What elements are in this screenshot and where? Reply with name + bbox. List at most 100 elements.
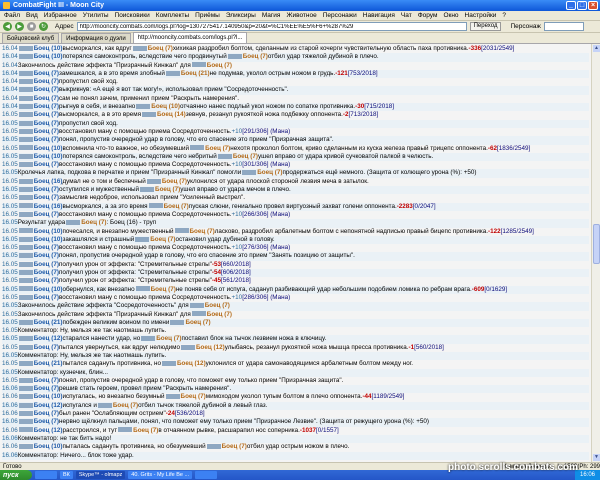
fighter-name[interactable]: Боец (10) — [34, 53, 63, 60]
fighter-name[interactable]: Боец (7) — [34, 86, 59, 93]
fighter-name[interactable]: Боец (12) — [34, 427, 63, 434]
start-button[interactable]: пуск — [0, 470, 32, 480]
menu-item[interactable]: Избранное — [44, 12, 77, 19]
close-button[interactable]: × — [588, 1, 598, 10]
vertical-scrollbar[interactable]: ▲ ▼ — [591, 44, 600, 462]
fighter-name[interactable]: Боец (10) — [34, 145, 63, 152]
fighter-name[interactable]: Боец (7) — [233, 153, 258, 160]
scroll-down-icon[interactable]: ▼ — [593, 454, 600, 461]
fighter-name[interactable]: Боец (10) — [34, 286, 63, 293]
fighter-name[interactable]: Боец (21) — [34, 319, 63, 326]
fighter-name[interactable]: Боец (7) — [34, 194, 59, 201]
fighter-name[interactable]: Боец (7) — [34, 161, 59, 168]
fighter-name[interactable]: Боец (7) — [164, 203, 189, 210]
fighter-name[interactable]: Боец (7) — [81, 219, 106, 226]
fighter-name[interactable]: Боец (7) — [133, 427, 158, 434]
menu-item[interactable]: Комплекты — [156, 12, 189, 19]
fighter-name[interactable]: Боец (7) — [34, 136, 59, 143]
fighter-name[interactable]: Боец (7) — [34, 211, 59, 218]
menu-item[interactable]: ? — [502, 12, 506, 19]
menu-item[interactable]: Окно — [443, 12, 458, 19]
fighter-name[interactable]: Боец (12) — [196, 344, 225, 351]
fighter-name[interactable]: Боец (7) — [113, 402, 138, 409]
taskbar-item[interactable]: ВК — [60, 471, 73, 479]
menu-item[interactable]: Магия — [262, 12, 281, 19]
fighter-name[interactable]: Боец (7) — [34, 186, 59, 193]
tab-item[interactable]: Бойцовский клуб — [2, 33, 60, 43]
persona-select[interactable] — [543, 22, 584, 31]
menu-item[interactable]: Персонажи — [323, 12, 357, 19]
menu-item[interactable]: Форум — [418, 12, 438, 19]
fighter-name[interactable]: Боец (7) — [34, 128, 59, 135]
fighter-name[interactable]: Боец (7) — [243, 53, 268, 60]
fighter-name[interactable]: Боец (16) — [34, 203, 63, 210]
menu-item[interactable]: Чат — [401, 12, 412, 19]
fighter-name[interactable]: Боец (7) — [222, 443, 247, 450]
fighter-name[interactable]: Боец (7) — [155, 186, 180, 193]
fighter-name[interactable]: Боец (7) — [151, 286, 176, 293]
address-input[interactable] — [76, 22, 467, 31]
fighter-name[interactable]: Боец (7) — [34, 252, 59, 259]
fighter-name[interactable]: Боец (7) — [185, 319, 210, 326]
fighter-name[interactable]: Боец (7) — [148, 45, 173, 52]
tab-item[interactable]: http://mooncity.combats.com/logs.pl?l... — [132, 32, 248, 43]
fighter-name[interactable]: Боец (7) — [34, 244, 59, 251]
fighter-name[interactable]: Боец (7) — [190, 228, 215, 235]
fighter-name[interactable]: Боец (7) — [205, 145, 230, 152]
menu-item[interactable]: Приёмы — [195, 12, 220, 19]
fighter-name[interactable]: Боец (7) — [34, 294, 59, 301]
fighter-name[interactable]: Боец (7) — [34, 377, 59, 384]
fighter-name[interactable]: Боец (7) — [207, 62, 232, 69]
fighter-name[interactable]: Боец (12) — [34, 335, 63, 342]
fighter-name[interactable]: Боец (7) — [34, 385, 59, 392]
fighter-name[interactable]: Боец (10) — [34, 236, 63, 243]
maximize-button[interactable]: □ — [577, 1, 587, 10]
menu-item[interactable]: Настройки — [465, 12, 497, 19]
fighter-name[interactable]: Боец (12) — [34, 402, 63, 409]
fighter-name[interactable]: Боец (7) — [156, 335, 181, 342]
minimize-button[interactable]: _ — [566, 1, 576, 10]
fighter-name[interactable]: Боец (10) — [34, 45, 63, 52]
menu-item[interactable]: Файл — [4, 12, 20, 19]
menu-item[interactable]: Навигация — [363, 12, 395, 19]
fighter-name[interactable]: Боец (7) — [34, 103, 59, 110]
fighter-name[interactable]: Боец (10) — [34, 443, 63, 450]
fighter-name[interactable]: Боец (10) — [34, 393, 63, 400]
fighter-name[interactable]: Боец (10) — [34, 153, 63, 160]
refresh-icon[interactable]: ↻ — [39, 22, 48, 31]
fighter-name[interactable]: Боец (7) — [34, 410, 59, 417]
fighter-name[interactable]: Боец (16) — [34, 178, 63, 185]
stop-icon[interactable]: ■ — [27, 22, 36, 31]
menu-item[interactable]: Вид — [26, 12, 38, 19]
fighter-name[interactable]: Боец (7) — [34, 78, 59, 85]
fighter-name[interactable]: Боец (7) — [34, 277, 59, 284]
forward-icon[interactable]: ▶ — [15, 22, 24, 31]
fighter-name[interactable]: Боец (10) — [151, 103, 180, 110]
taskbar-item[interactable] — [195, 471, 218, 479]
scroll-thumb[interactable] — [593, 224, 600, 264]
fighter-name[interactable]: Боец (7) — [34, 70, 59, 77]
taskbar-item[interactable]: Skype™ - olmapz — [75, 471, 126, 479]
taskbar-item[interactable]: 40. Grits - My Life Be ... — [128, 471, 193, 479]
fighter-name[interactable]: Боец (7) — [257, 169, 282, 176]
fighter-name[interactable]: Боец (14) — [157, 111, 186, 118]
back-icon[interactable]: ◀ — [3, 22, 12, 31]
go-button[interactable]: Переход — [469, 22, 502, 31]
fighter-name[interactable]: Боец (21) — [181, 70, 210, 77]
fighter-name[interactable]: Боец (10) — [34, 228, 63, 235]
fighter-name[interactable]: Боец (7) — [34, 95, 59, 102]
fighter-name[interactable]: Боец (21) — [34, 360, 63, 367]
fighter-name[interactable]: Боец (7) — [34, 261, 59, 268]
fighter-name[interactable]: Боец (7) — [205, 302, 230, 309]
fighter-name[interactable]: Боец (7) — [34, 120, 59, 127]
fighter-name[interactable]: Боец (7) — [181, 393, 206, 400]
scroll-up-icon[interactable]: ▲ — [593, 45, 600, 52]
menu-item[interactable]: Поисковики — [115, 12, 150, 19]
fighter-name[interactable]: Боец (7) — [34, 269, 59, 276]
fighter-name[interactable]: Боец (7) — [34, 344, 59, 351]
fighter-name[interactable]: Боец (7) — [34, 111, 59, 118]
menu-item[interactable]: Животное — [286, 12, 316, 19]
fighter-name[interactable]: Боец (7) — [34, 418, 59, 425]
taskbar-item[interactable] — [35, 471, 57, 479]
fighter-name[interactable]: Боец (7) — [150, 236, 175, 243]
